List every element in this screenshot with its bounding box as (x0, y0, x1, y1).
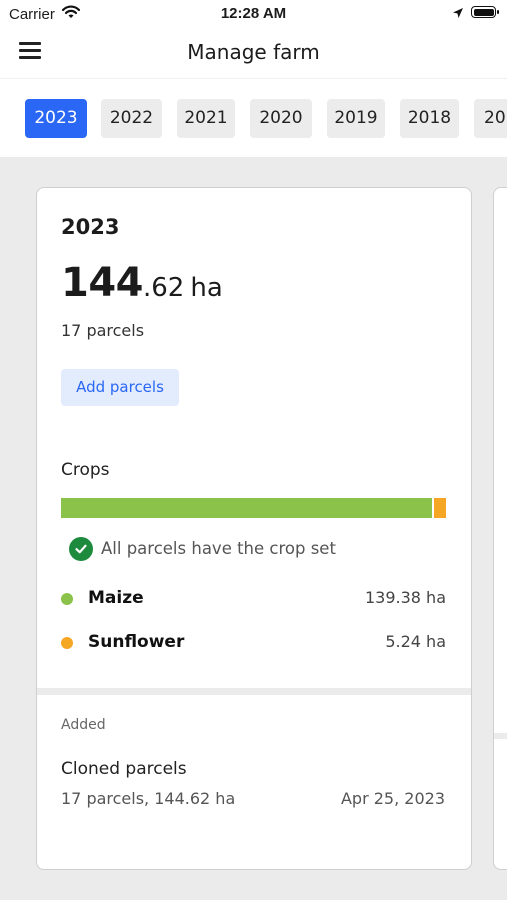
total-area: 144.62 ha (61, 260, 223, 306)
history-label: Added (61, 717, 106, 733)
crop-name: Maize (88, 588, 144, 608)
crop-row-maize: Maize 139.38 ha (61, 587, 446, 611)
next-season-card[interactable] (493, 187, 507, 870)
location-arrow-icon (453, 8, 463, 18)
nav-bar: Manage farm (0, 28, 507, 79)
crop-status: All parcels have the crop set (69, 536, 336, 561)
crop-name: Sunflower (88, 632, 185, 652)
year-tab-2017[interactable]: 2017 (474, 99, 507, 138)
year-tab-2022[interactable]: 2022 (101, 99, 162, 138)
section-divider (37, 688, 471, 695)
crop-row-sunflower: Sunflower 5.24 ha (61, 631, 446, 655)
year-tab-2020[interactable]: 2020 (250, 99, 312, 138)
history-detail: 17 parcels, 144.62 ha (61, 789, 236, 808)
crop-area: 139.38 ha (364, 588, 446, 607)
crop-area: 5.24 ha (385, 632, 446, 651)
status-bar: Carrier 12:28 AM (0, 0, 507, 28)
history-date: Apr 25, 2023 (340, 789, 445, 808)
year-tabs: 2023 2022 2021 2020 2019 2018 2017 (0, 99, 507, 139)
crop-status-text: All parcels have the crop set (101, 539, 336, 558)
parcel-count: 17 parcels (61, 321, 145, 340)
battery-icon (471, 6, 499, 18)
history-title: Cloned parcels (61, 759, 187, 779)
card-year: 2023 (61, 215, 120, 239)
sunflower-color-dot (61, 637, 73, 649)
total-area-integer: 144 (61, 260, 144, 306)
crop-distribution-bar (61, 498, 446, 518)
year-tab-2023[interactable]: 2023 (25, 99, 87, 138)
add-parcels-button[interactable]: Add parcels (61, 369, 179, 406)
year-tab-2018[interactable]: 2018 (400, 99, 459, 138)
crops-heading: Crops (61, 460, 110, 480)
total-area-unit: ha (190, 273, 223, 303)
header-area: Carrier 12:28 AM Manage farm 2023 2022 2… (0, 0, 507, 157)
season-card: 2023 144.62 ha 17 parcels Add parcels Cro… (36, 187, 472, 870)
total-area-decimal: .62 (143, 273, 185, 303)
status-time: 12:28 AM (220, 5, 287, 22)
page-title: Manage farm (187, 40, 320, 64)
crop-bar-segment-sunflower (432, 498, 446, 518)
year-tab-2021[interactable]: 2021 (177, 99, 235, 138)
year-tab-2019[interactable]: 2019 (327, 99, 385, 138)
maize-color-dot (61, 593, 73, 605)
crop-bar-segment-maize (61, 498, 433, 518)
check-circle-icon (69, 536, 93, 561)
